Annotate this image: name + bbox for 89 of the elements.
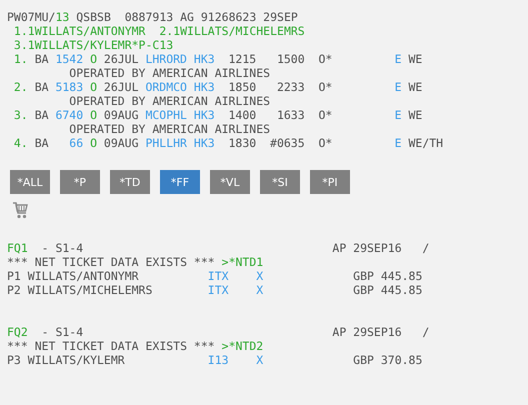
fare-flag[interactable]: X bbox=[256, 353, 354, 367]
flight-number[interactable]: 5183 bbox=[55, 80, 84, 94]
segment-status[interactable]: HK3 bbox=[194, 52, 228, 66]
command-tab[interactable]: *PI bbox=[310, 170, 350, 194]
departure-time: 1830 bbox=[228, 136, 258, 150]
operated-by-note: OPERATED BY AMERICAN AIRLINES bbox=[69, 122, 270, 136]
flight-number[interactable]: 66 bbox=[55, 136, 84, 150]
segment-number: 4. bbox=[14, 136, 29, 150]
arrival-time: 2233 bbox=[276, 80, 305, 94]
flight-date: 09AUG bbox=[104, 136, 140, 150]
route[interactable]: LHRORD bbox=[145, 52, 194, 66]
fare-date: AP 29SEP16 bbox=[332, 325, 403, 339]
segment-number: 1. bbox=[14, 52, 29, 66]
separator: / bbox=[422, 241, 430, 255]
separator: / bbox=[422, 325, 430, 339]
airline-code: BA bbox=[34, 108, 50, 122]
operated-by-note: OPERATED BY AMERICAN AIRLINES bbox=[69, 66, 270, 80]
passenger-name: 3.1WILLATS/KYLEMR*P-C13 bbox=[14, 38, 174, 52]
agent-code: 13 bbox=[55, 10, 70, 24]
departure-time: 1400 bbox=[228, 108, 258, 122]
operating-days: WE bbox=[408, 108, 422, 122]
net-ticket-notice: *** NET TICKET DATA EXISTS *** bbox=[7, 339, 215, 353]
flight-date: 26JUL bbox=[104, 80, 140, 94]
flight-date: 26JUL bbox=[104, 52, 140, 66]
flight-date: 09AUG bbox=[104, 108, 140, 122]
segment-info: O* bbox=[318, 80, 334, 94]
fare-passenger: P2 WILLATS/MICHELEMRS bbox=[7, 283, 154, 297]
record-reference: QSBSB 0887913 AG 91268623 29SEP bbox=[76, 10, 298, 24]
eticket-flag[interactable]: E bbox=[394, 52, 408, 66]
arrival-time: #0635 bbox=[270, 136, 305, 150]
booking-class: O bbox=[90, 108, 98, 122]
booking-class: O bbox=[90, 52, 98, 66]
command-tab[interactable]: *FF bbox=[160, 170, 200, 194]
fare-quote-number[interactable]: FQ1 bbox=[7, 241, 42, 255]
operating-days: WE bbox=[408, 52, 422, 66]
net-ticket-link[interactable]: >*NTD2 bbox=[222, 339, 264, 353]
fare-flag[interactable]: X bbox=[256, 269, 354, 283]
passenger-name: 2.1WILLATS/MICHELEMRS bbox=[159, 24, 305, 38]
booking-class: O bbox=[90, 136, 98, 150]
airline-code: BA bbox=[34, 136, 50, 150]
airline-code: BA bbox=[34, 52, 50, 66]
fare-amount: GBP 445.85 bbox=[353, 269, 422, 283]
fare-amount: GBP 370.85 bbox=[353, 353, 422, 367]
operating-days: WE bbox=[408, 80, 422, 94]
fare-passenger: P3 WILLATS/KYLEMR bbox=[7, 353, 126, 367]
fare-date: AP 29SEP16 bbox=[332, 241, 403, 255]
operated-by-note: OPERATED BY AMERICAN AIRLINES bbox=[69, 94, 270, 108]
fare-passenger: P1 WILLATS/ANTONYMR bbox=[7, 269, 140, 283]
passenger-name: 1.1WILLATS/ANTONYMR bbox=[14, 24, 146, 38]
segment-info: O* bbox=[318, 52, 334, 66]
command-tab[interactable]: *ALL bbox=[10, 170, 50, 194]
command-tab[interactable]: *SI bbox=[260, 170, 300, 194]
airline-code: BA bbox=[34, 80, 50, 94]
segment-status[interactable]: HK3 bbox=[194, 108, 228, 122]
command-tab[interactable]: *TD bbox=[110, 170, 150, 194]
command-tab[interactable]: *P bbox=[60, 170, 100, 194]
cart-icon[interactable] bbox=[12, 202, 28, 219]
fare-flag[interactable]: X bbox=[256, 283, 354, 297]
fare-quote-number[interactable]: FQ2 bbox=[7, 325, 42, 339]
fare-type[interactable]: ITX bbox=[208, 269, 256, 283]
departure-time: 1215 bbox=[228, 52, 258, 66]
segment-info: O* bbox=[318, 136, 334, 150]
segment-status[interactable]: HK3 bbox=[194, 80, 228, 94]
segment-number: 3. bbox=[14, 108, 29, 122]
departure-time: 1850 bbox=[228, 80, 258, 94]
fare-type[interactable]: ITX bbox=[208, 283, 256, 297]
net-ticket-notice: *** NET TICKET DATA EXISTS *** bbox=[7, 255, 215, 269]
net-ticket-link[interactable]: >*NTD1 bbox=[222, 255, 264, 269]
eticket-flag[interactable]: E bbox=[394, 80, 408, 94]
route[interactable]: MCOPHL bbox=[145, 108, 194, 122]
office-code: PW07MU/ bbox=[7, 10, 56, 24]
segment-number: 2. bbox=[14, 80, 29, 94]
segment-range: - S1-4 bbox=[42, 325, 84, 339]
booking-class: O bbox=[90, 80, 98, 94]
eticket-flag[interactable]: E bbox=[394, 108, 408, 122]
arrival-time: 1633 bbox=[276, 108, 305, 122]
flight-number[interactable]: 1542 bbox=[55, 52, 84, 66]
segment-range: - S1-4 bbox=[42, 241, 84, 255]
fare-type[interactable]: I13 bbox=[208, 353, 256, 367]
command-tab[interactable]: *VL bbox=[210, 170, 250, 194]
route[interactable]: ORDMCO bbox=[145, 80, 194, 94]
arrival-time: 1500 bbox=[276, 52, 305, 66]
eticket-flag[interactable]: E bbox=[394, 136, 408, 150]
flight-number[interactable]: 6740 bbox=[55, 108, 84, 122]
fare-amount: GBP 445.85 bbox=[353, 283, 422, 297]
route[interactable]: PHLLHR bbox=[145, 136, 194, 150]
operating-days: WE/TH bbox=[408, 136, 444, 150]
segment-status[interactable]: HK3 bbox=[194, 136, 228, 150]
segment-info: O* bbox=[318, 108, 334, 122]
